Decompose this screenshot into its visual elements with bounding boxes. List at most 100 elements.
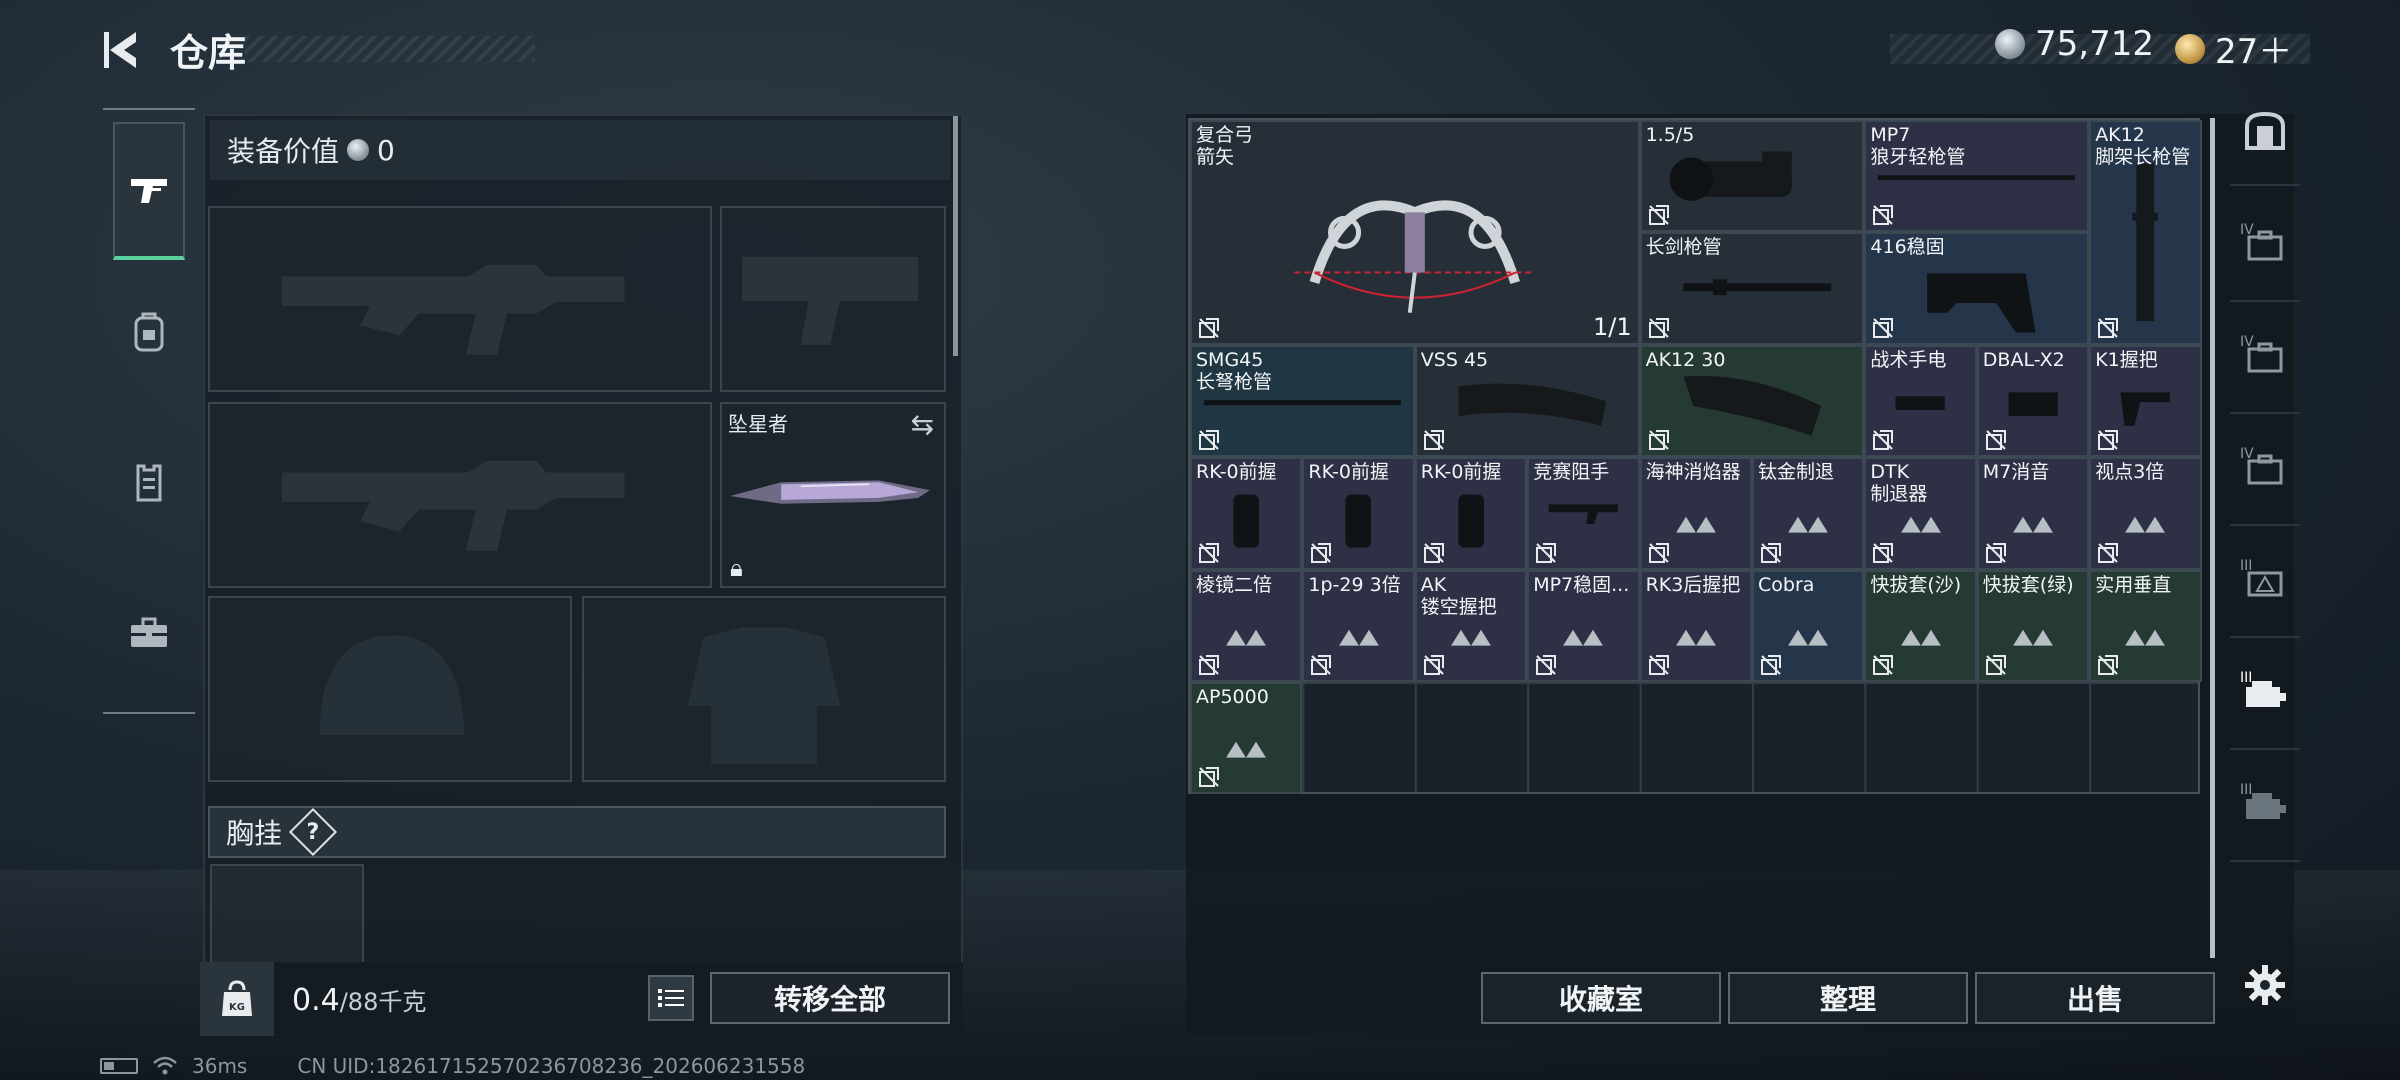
uid-text: CN UID:182617152570236708236_20260623155…: [297, 1054, 806, 1078]
no-loot-icon: [1199, 430, 1219, 451]
page-title: 仓库: [170, 31, 247, 75]
help-icon[interactable]: ?: [288, 807, 338, 857]
no-loot-icon: [2098, 542, 2119, 563]
storage-item[interactable]: MP7 狼牙轻枪管: [1864, 120, 2090, 233]
item-name: 视点3倍: [2095, 461, 2165, 484]
storage-item[interactable]: SMG45 长弩枪管: [1190, 344, 1415, 458]
no-loot-icon: [1985, 542, 2006, 563]
nav-safe-box[interactable]: [2230, 76, 2300, 186]
nav-case-tier3-a[interactable]: III: [2230, 528, 2300, 638]
body-armor-slot[interactable]: [582, 596, 946, 782]
collection-room-button[interactable]: 收藏室: [1481, 972, 1721, 1024]
item-name: RK-0前握: [1420, 461, 1502, 484]
no-loot-icon: [1199, 654, 1219, 675]
storage-item[interactable]: 战术手电: [1864, 344, 1977, 458]
primary-weapon-slot-2[interactable]: [208, 402, 712, 588]
no-loot-icon: [1761, 654, 1781, 675]
helmet-silhouette-icon: [319, 635, 465, 735]
storage-item[interactable]: AK 镂空握把: [1414, 569, 1528, 682]
nav-case-tier4-c[interactable]: IV: [2230, 416, 2300, 526]
item-name: 快拔套(绿): [1982, 573, 2074, 596]
item-name: Cobra: [1758, 573, 1815, 596]
unknown-item-icon: [1675, 629, 1716, 646]
storage-item[interactable]: 复合弓 箭矢 1/1: [1190, 120, 1640, 345]
no-loot-icon: [1199, 317, 1219, 338]
nav-case-tier3-b[interactable]: III: [2230, 640, 2300, 750]
storage-item[interactable]: DBAL-X2: [1976, 344, 2090, 458]
storage-item[interactable]: RK-0前握: [1190, 457, 1303, 570]
unknown-item-icon: [1900, 629, 1941, 646]
sell-button[interactable]: 出售: [1975, 972, 2215, 1024]
tier-label: IV: [2240, 222, 2254, 238]
item-name: K1握把: [2095, 348, 2158, 371]
storage-item[interactable]: RK-0前握: [1302, 457, 1415, 570]
storage-item[interactable]: 快拔套(沙): [1864, 569, 1977, 682]
storage-item[interactable]: 视点3倍: [2089, 457, 2202, 570]
storage-item[interactable]: K1握把: [2089, 344, 2202, 458]
item-name: 复合弓 箭矢: [1196, 124, 1254, 168]
primary-weapon-slot-1[interactable]: [208, 206, 712, 392]
no-loot-icon: [1985, 654, 2006, 675]
storage-item[interactable]: 海神消焰器: [1639, 457, 1752, 570]
item-name: 竞赛阻手: [1533, 461, 1610, 484]
helmet-slot[interactable]: [208, 596, 572, 782]
settings-button[interactable]: [2230, 940, 2300, 1030]
equipment-value-header: 装备价值 0: [210, 120, 950, 180]
equipment-value-label: 装备价值: [227, 135, 340, 168]
nav-backpack[interactable]: [113, 296, 185, 368]
item-name: 快拔套(沙): [1870, 573, 1962, 596]
nav-case-tier4-a[interactable]: IV: [2230, 192, 2300, 302]
storage-scrollbar[interactable]: [2210, 118, 2215, 958]
unknown-item-icon: [1675, 517, 1716, 534]
item-name: 钛金制退: [1758, 461, 1835, 484]
silver-coin-icon: [1995, 29, 2025, 59]
back-arrow-icon[interactable]: [100, 26, 148, 74]
storage-item[interactable]: 竞赛阻手: [1527, 457, 1640, 570]
sidearm-slot[interactable]: [720, 206, 946, 392]
storage-item[interactable]: 实用垂直: [2089, 569, 2202, 682]
nav-armor[interactable]: [113, 446, 185, 518]
storage-item[interactable]: 棱镜二倍: [1190, 569, 1303, 682]
gold-currency[interactable]: 27＋: [2175, 24, 2292, 73]
nav-case-tier4-b[interactable]: IV: [2230, 304, 2300, 414]
no-loot-icon: [1423, 542, 1444, 563]
transfer-all-button[interactable]: 转移全部: [710, 972, 950, 1024]
backpack-icon: [134, 312, 164, 352]
storage-item[interactable]: 1p-29 3倍: [1302, 569, 1415, 682]
storage-item[interactable]: RK-0前握: [1414, 457, 1528, 570]
storage-item[interactable]: AP5000: [1190, 682, 1303, 795]
item-name: MP7稳固...: [1533, 573, 1630, 596]
nav-weapons[interactable]: [113, 122, 185, 260]
wifi-icon: [153, 1056, 177, 1075]
storage-item[interactable]: AK12 30: [1639, 344, 1865, 458]
svg-text:KG: KG: [229, 1002, 245, 1013]
storage-item[interactable]: M7消音: [1976, 457, 2090, 570]
storage-item[interactable]: 快拔套(绿): [1976, 569, 2090, 682]
chest-rig-slot[interactable]: [210, 864, 364, 964]
storage-item[interactable]: VSS 45: [1414, 344, 1640, 458]
storage-item[interactable]: RK3后握把: [1639, 569, 1752, 682]
rifle-silhouette-icon: [281, 460, 625, 551]
storage-item[interactable]: 1.5/5: [1639, 120, 1865, 233]
nav-tools[interactable]: [113, 596, 185, 668]
organize-button[interactable]: 整理: [1728, 972, 1968, 1024]
storage-item[interactable]: DTK 制退器: [1864, 457, 1977, 570]
storage-item[interactable]: 416稳固: [1864, 232, 2090, 345]
loadout-scrollbar[interactable]: [953, 116, 958, 356]
storage-item[interactable]: 长剑枪管: [1639, 232, 1865, 345]
list-view-button[interactable]: [648, 975, 694, 1021]
storage-item[interactable]: 钛金制退: [1752, 457, 1865, 570]
no-loot-icon: [1311, 654, 1332, 675]
unknown-item-icon: [2012, 517, 2053, 534]
storage-item[interactable]: Cobra: [1752, 569, 1865, 682]
storage-item[interactable]: MP7稳固...: [1527, 569, 1640, 682]
silver-currency[interactable]: 75,712: [1995, 24, 2154, 64]
nav-case-tier3-c[interactable]: III: [2230, 752, 2300, 862]
no-loot-icon: [1873, 654, 1894, 675]
storage-item[interactable]: AK12 脚架长枪管: [2089, 120, 2202, 345]
no-loot-icon: [1423, 654, 1444, 675]
battery-icon: [100, 1058, 138, 1074]
gold-coin-icon: [2175, 33, 2205, 64]
status-bar: 36ms CN UID:182617152570236708236_202606…: [100, 1054, 805, 1078]
melee-slot[interactable]: 坠星者 ⇆ 🔒︎: [720, 402, 946, 588]
